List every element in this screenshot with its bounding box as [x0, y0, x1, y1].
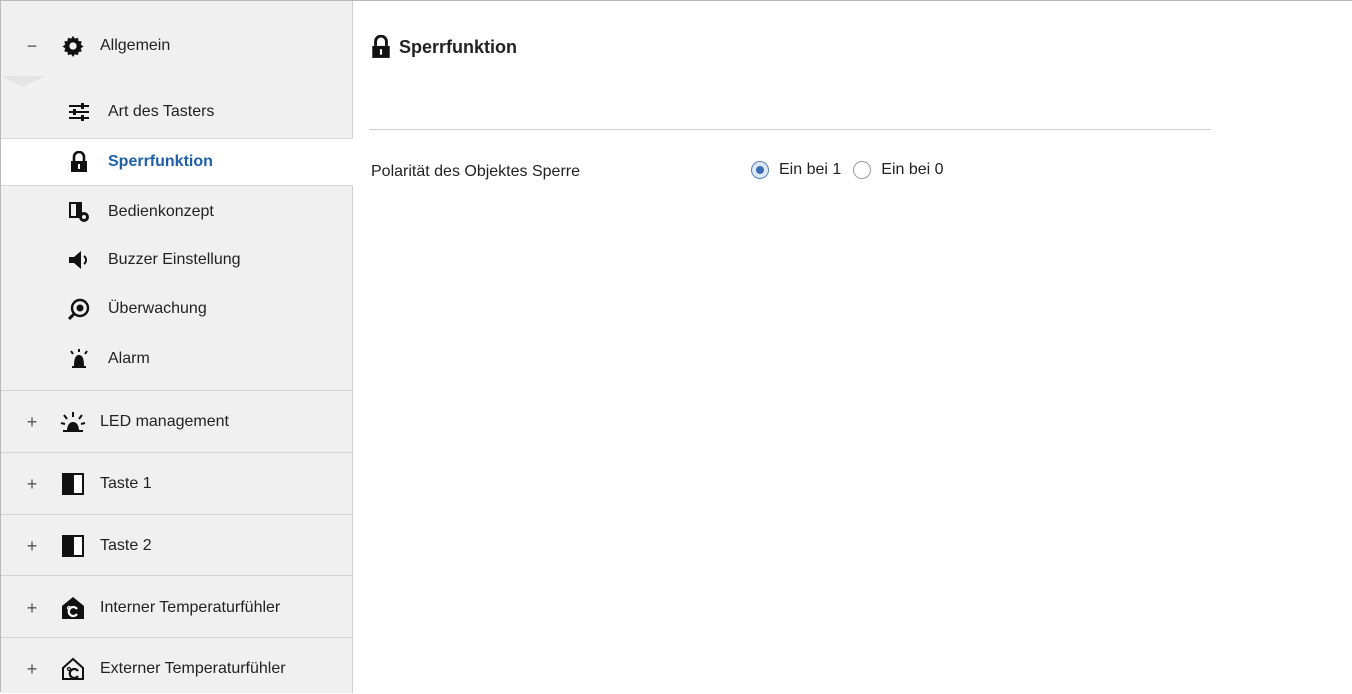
- sidebar-item-alarm[interactable]: Alarm: [1, 335, 353, 383]
- bell-rays-icon: [65, 347, 93, 371]
- radio-label: Ein bei 0: [881, 161, 944, 178]
- expand-toggle[interactable]: +: [25, 474, 39, 495]
- polarity-radio-group: Ein bei 1 Ein bei 0: [751, 161, 956, 179]
- group-label: Externer Temperaturfühler: [100, 660, 286, 677]
- sidebar-item-label: Überwachung: [108, 300, 207, 317]
- sliders-icon: [65, 100, 93, 124]
- sidebar-item-art-des-tasters[interactable]: Art des Tasters: [1, 88, 353, 136]
- group-label: LED management: [100, 413, 229, 430]
- eye-search-icon: [65, 297, 93, 321]
- group-label: Interner Temperaturfühler: [100, 599, 281, 616]
- sidebar-item-sperrfunktion[interactable]: Sperrfunktion: [1, 138, 353, 186]
- divider: [1, 390, 353, 391]
- divider: [1, 452, 353, 453]
- sidebar-item-ueberwachung[interactable]: Überwachung: [1, 285, 353, 333]
- sidebar-item-bedienkonzept[interactable]: Bedienkonzept: [1, 188, 353, 236]
- group-label: Allgemein: [100, 37, 171, 54]
- house-thermometer-filled-icon: [59, 596, 87, 620]
- radio-ein-bei-1[interactable]: Ein bei 1: [751, 161, 841, 179]
- group-interner-temperaturfuehler[interactable]: + Interner Temperaturfühler: [1, 582, 353, 634]
- radio-button-checked[interactable]: [751, 161, 769, 179]
- page-title-text: Sperrfunktion: [399, 36, 518, 57]
- radio-label: Ein bei 1: [779, 161, 842, 178]
- half-square-icon: [59, 534, 87, 558]
- group-notch: [1, 76, 45, 87]
- group-led-management[interactable]: + LED management: [1, 397, 353, 447]
- sidebar: − Allgemein Art des Tasters Sperrfunktio…: [1, 1, 353, 693]
- collapse-toggle[interactable]: −: [25, 36, 39, 57]
- sidebar-item-buzzer-einstellung[interactable]: Buzzer Einstellung: [1, 236, 353, 284]
- divider: [1, 637, 353, 638]
- divider: [1, 575, 353, 576]
- group-externer-temperaturfuehler[interactable]: + Externer Temperaturfühler: [1, 644, 353, 694]
- panel-gear-icon: [65, 200, 93, 224]
- group-taste-2[interactable]: + Taste 2: [1, 521, 353, 571]
- radio-button-unchecked[interactable]: [853, 161, 872, 179]
- divider: [1, 514, 353, 515]
- house-thermometer-outline-icon: [59, 657, 87, 681]
- expand-toggle[interactable]: +: [25, 598, 39, 619]
- group-label: Taste 1: [100, 475, 152, 492]
- lock-icon: [65, 150, 93, 174]
- expand-toggle[interactable]: +: [25, 536, 39, 557]
- gear-icon: [59, 34, 87, 58]
- radio-ein-bei-0[interactable]: Ein bei 0: [853, 161, 944, 179]
- sidebar-item-label: Buzzer Einstellung: [108, 251, 241, 268]
- sidebar-item-label: Alarm: [108, 350, 150, 367]
- speaker-icon: [65, 248, 93, 272]
- sidebar-item-label: Art des Tasters: [108, 103, 215, 120]
- sidebar-item-label: Bedienkonzept: [108, 203, 214, 220]
- half-square-icon: [59, 472, 87, 496]
- expand-toggle[interactable]: +: [25, 412, 39, 433]
- page-title: Sperrfunktion: [371, 35, 517, 59]
- expand-toggle[interactable]: +: [25, 659, 39, 680]
- app-frame: − Allgemein Art des Tasters Sperrfunktio…: [0, 0, 1352, 693]
- group-allgemein[interactable]: − Allgemein: [1, 21, 353, 71]
- group-taste-1[interactable]: + Taste 1: [1, 459, 353, 509]
- param-label: Polarität des Objektes Sperre: [371, 163, 580, 180]
- content-pane: Sperrfunktion Polarität des Objektes Spe…: [353, 1, 1352, 693]
- led-rays-icon: [59, 410, 87, 434]
- lock-icon: [371, 35, 393, 59]
- divider: [369, 129, 1211, 130]
- group-label: Taste 2: [100, 537, 152, 554]
- sidebar-item-label: Sperrfunktion: [108, 153, 213, 170]
